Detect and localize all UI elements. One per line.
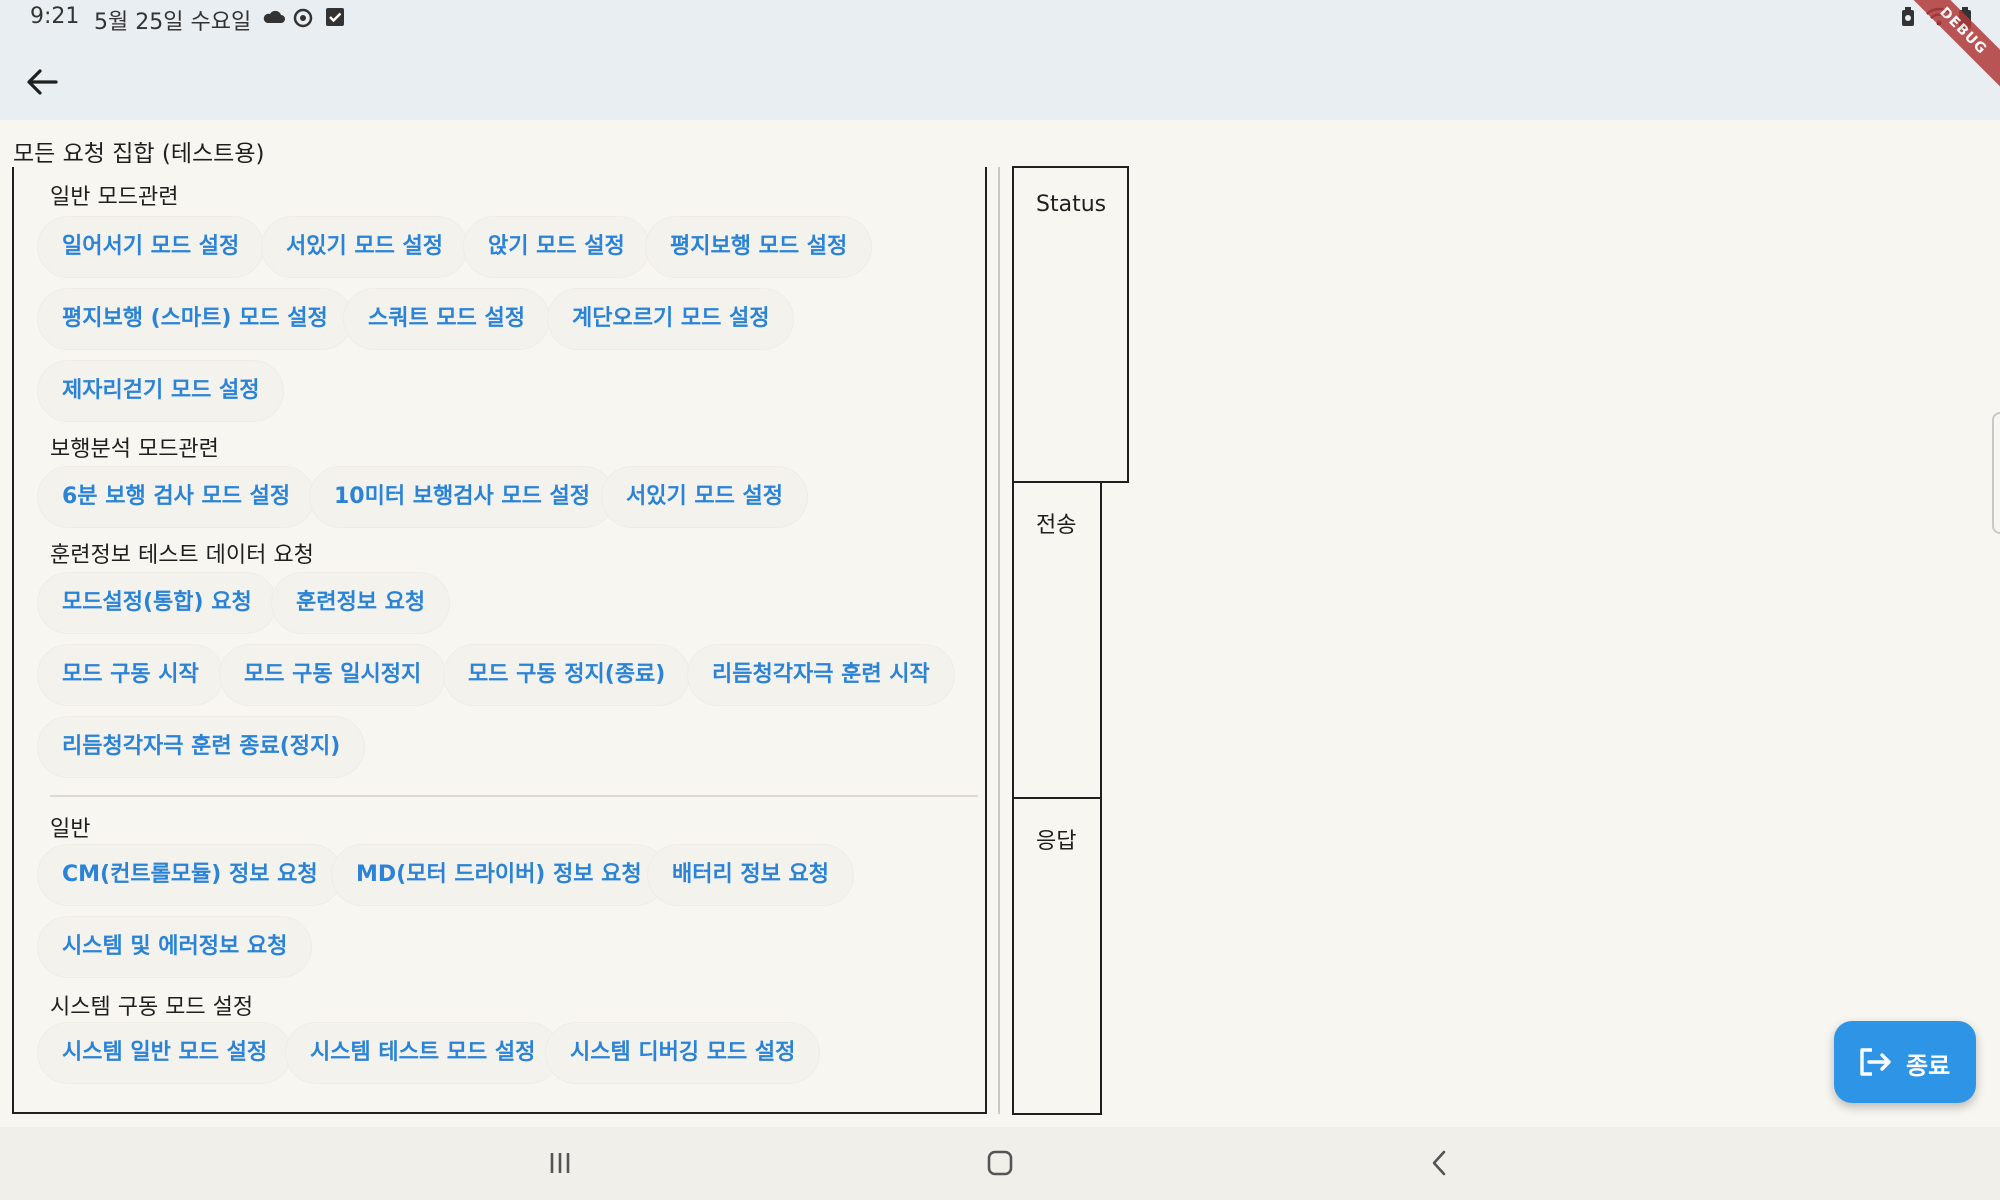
side-panel-handle[interactable] (1992, 412, 2000, 534)
chip-md-info-request[interactable]: MD(모터 드라이버) 정보 요청 (332, 845, 666, 905)
chip-rhythm-training-start[interactable]: 리듬청각자극 훈련 시작 (688, 645, 954, 705)
exit-button[interactable]: 종료 (1834, 1021, 1976, 1103)
battery-saver-icon (1902, 7, 1914, 26)
section-label-general-mode: 일반 모드관련 (50, 185, 179, 210)
chip-level-walk-mode[interactable]: 평지보행 모드 설정 (646, 217, 872, 277)
status-panel: Status (1012, 166, 1129, 483)
section-label-system-drive-mode: 시스템 구동 모드 설정 (50, 995, 254, 1020)
chip-training-info-request[interactable]: 훈련정보 요청 (272, 573, 450, 633)
arrow-left-icon[interactable] (18, 58, 66, 106)
status-bar: 9:21 5월 25일 수요일 (0, 0, 2000, 36)
chip-mode-drive-pause[interactable]: 모드 구동 일시정지 (220, 645, 446, 705)
recents-icon[interactable] (538, 1141, 582, 1185)
chip-sit-mode[interactable]: 앉기 모드 설정 (464, 217, 649, 277)
page-title: 모든 요청 집합 (테스트용) (13, 141, 265, 167)
home-icon[interactable] (978, 1141, 1022, 1185)
checkbox-icon (326, 8, 344, 26)
status-time: 9:21 (30, 4, 80, 29)
chip-standing-mode[interactable]: 서있기 모드 설정 (262, 217, 467, 277)
logout-icon (1860, 1048, 1891, 1076)
chip-cm-info-request[interactable]: CM(컨트롤모듈) 정보 요청 (38, 845, 342, 905)
chip-level-walk-smart-mode[interactable]: 평지보행 (스마트) 모드 설정 (38, 289, 352, 349)
app-bar (0, 36, 2000, 120)
status-date: 5월 25일 수요일 (94, 10, 252, 35)
vertical-separator (998, 167, 1000, 1114)
chip-system-error-info-request[interactable]: 시스템 및 에러정보 요청 (38, 917, 312, 977)
response-panel-label: 응답 (1036, 829, 1077, 854)
chip-rhythm-training-end[interactable]: 리듬청각자극 훈련 종료(정지) (38, 717, 365, 777)
chip-system-test-mode[interactable]: 시스템 테스트 모드 설정 (286, 1023, 560, 1083)
chip-mode-drive-start[interactable]: 모드 구동 시작 (38, 645, 223, 705)
section-label-training-info: 훈련정보 테스트 데이터 요청 (50, 543, 314, 568)
navigation-bar (0, 1127, 2000, 1200)
section-label-general: 일반 (50, 817, 91, 842)
chip-10m-walk-test[interactable]: 10미터 보행검사 모드 설정 (310, 467, 614, 527)
exit-button-label: 종료 (1906, 1052, 1951, 1080)
cloud-icon (263, 10, 285, 23)
request-panel: 일반 모드관련 일어서기 모드 설정 서있기 모드 설정 앉기 모드 설정 평지… (12, 167, 987, 1114)
send-panel-label: 전송 (1036, 513, 1077, 538)
chip-battery-info-request[interactable]: 배터리 정보 요청 (648, 845, 853, 905)
status-panel-label: Status (1036, 192, 1107, 217)
chip-stair-climb-mode[interactable]: 계단오르기 모드 설정 (548, 289, 794, 349)
section-label-gait-analysis: 보행분석 모드관련 (50, 437, 219, 462)
chip-6min-walk-test[interactable]: 6분 보행 검사 모드 설정 (38, 467, 315, 527)
send-panel: 전송 (1012, 481, 1102, 799)
chip-mode-drive-stop[interactable]: 모드 구동 정지(종료) (444, 645, 690, 705)
chip-system-normal-mode[interactable]: 시스템 일반 모드 설정 (38, 1023, 292, 1083)
chip-system-debug-mode[interactable]: 시스템 디버깅 모드 설정 (546, 1023, 820, 1083)
sync-icon (293, 8, 313, 28)
response-panel: 응답 (1012, 797, 1102, 1115)
chip-squat-mode[interactable]: 스쿼트 모드 설정 (344, 289, 549, 349)
chip-mode-setting-request[interactable]: 모드설정(통합) 요청 (38, 573, 276, 633)
section-divider (50, 795, 978, 797)
chip-march-in-place-mode[interactable]: 제자리걷기 모드 설정 (38, 361, 284, 421)
chip-standing-mode-gait[interactable]: 서있기 모드 설정 (602, 467, 807, 527)
chip-stand-up-mode[interactable]: 일어서기 모드 설정 (38, 217, 264, 277)
back-nav-icon[interactable] (1418, 1141, 1462, 1185)
